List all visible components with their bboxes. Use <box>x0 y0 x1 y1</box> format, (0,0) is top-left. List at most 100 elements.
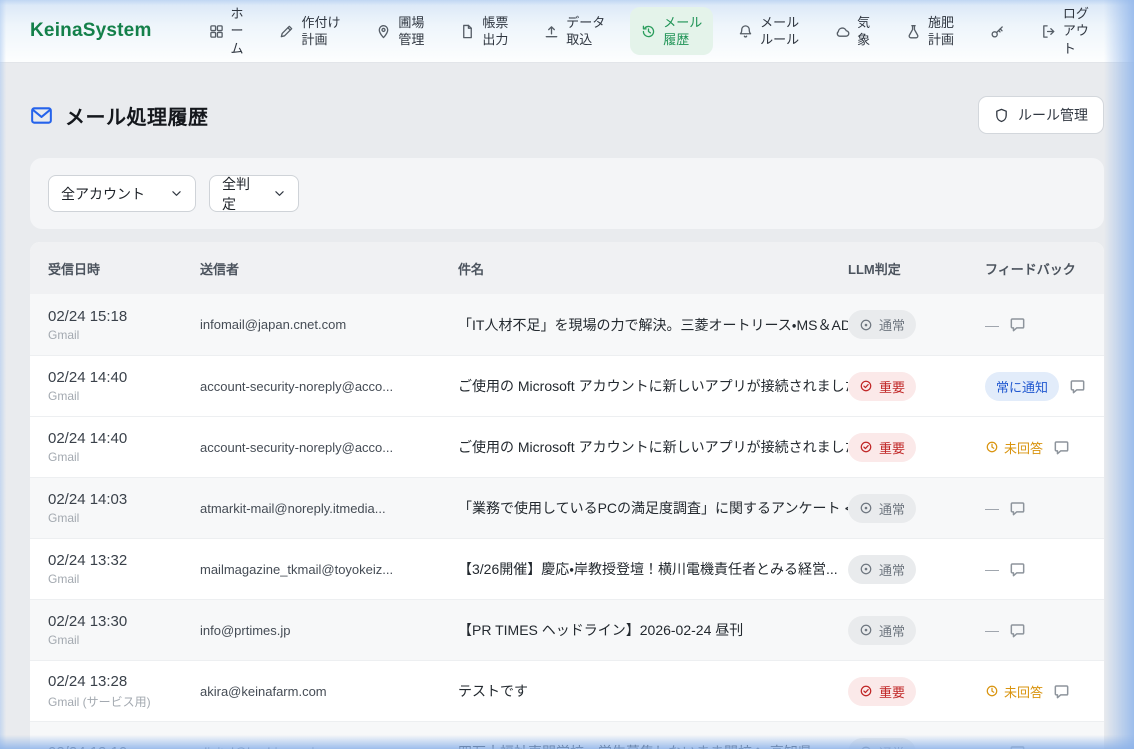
account-label: Gmail <box>48 572 200 586</box>
cell-feedback: — <box>985 316 1104 333</box>
cell-sender: mailmagazine_tkmail@toyokeiz... <box>200 562 458 577</box>
table-row[interactable]: 02/24 13:28 Gmail (サービス用)akira@keinafarm.… <box>30 660 1104 721</box>
feedback-pending-label: 未回答 <box>1004 438 1043 457</box>
table-row[interactable]: 02/24 14:03Gmailatmarkit-mail@noreply.it… <box>30 477 1104 538</box>
cell-sender: account-security-noreply@acco... <box>200 379 458 394</box>
brand-logo[interactable]: KeinaSystem <box>30 20 152 42</box>
cell-llm-judgement: 通常 <box>848 616 985 645</box>
column-header-1: 送信者 <box>200 259 458 278</box>
flask-icon <box>906 24 921 39</box>
circle-dot-icon <box>859 318 873 332</box>
account-label: Gmail <box>48 633 200 647</box>
clock-icon <box>985 440 999 454</box>
comment-icon[interactable] <box>1009 500 1026 517</box>
judgement-label: 重要 <box>879 438 905 457</box>
mail-icon <box>30 104 53 127</box>
feedback-none-dash: — <box>985 744 999 749</box>
nav-item-data-import[interactable]: データ取込 <box>533 7 616 55</box>
cell-received-datetime: 02/24 13:32 Gmail <box>48 552 200 586</box>
received-datetime: 02/24 13:32 <box>48 552 200 569</box>
map-pin-icon <box>376 24 391 39</box>
judgement-label: 通常 <box>879 560 905 579</box>
main-content: メール処理履歴 ルール管理 全アカウント 全判定 受信日時送信者件名LLM判定フ… <box>0 96 1134 749</box>
feedback-pending-label: 未回答 <box>1004 682 1043 701</box>
feedback-pending: 未回答 <box>985 438 1043 457</box>
nav-item-home[interactable]: ホーム <box>198 0 255 64</box>
nav-item-mail-history[interactable]: メール履歴 <box>630 7 713 55</box>
judgement-badge-normal: 通常 <box>848 616 916 645</box>
table-row[interactable]: 02/24 15:18Gmailinfomail@japan.cnet.com「… <box>30 294 1104 355</box>
bell-icon <box>738 24 753 39</box>
nav-item-fertilizer-plan[interactable]: 施肥計画 <box>895 7 965 55</box>
nav-item-report-output[interactable]: 帳票出力 <box>449 7 519 55</box>
clock-icon <box>985 684 999 698</box>
nav-item-weather[interactable]: 気象 <box>824 7 881 55</box>
comment-icon[interactable] <box>1009 316 1026 333</box>
cell-sender: digital@kochinews.jp <box>200 745 458 749</box>
table-row[interactable]: 02/24 12:10digital@kochinews.jp四万十福祉専門学校… <box>30 721 1104 749</box>
nav-item-password[interactable] <box>979 17 1016 46</box>
cell-llm-judgement: 通常 <box>848 310 985 339</box>
cell-sender: atmarkit-mail@noreply.itmedia... <box>200 501 458 516</box>
cell-subject: 【PR TIMES ヘッドライン】2026-02-24 昼刊 <box>458 620 848 640</box>
nav-item-label: データ取込 <box>566 14 605 48</box>
comment-icon[interactable] <box>1009 561 1026 578</box>
cell-subject: 「IT人材不足」を現場の力で解決。三菱オートリース・MS＆AD... <box>458 315 848 335</box>
cell-llm-judgement: 重要 <box>848 433 985 462</box>
table-row[interactable]: 02/24 14:40Gmailaccount-security-noreply… <box>30 355 1104 416</box>
column-header-4: フィードバック <box>985 259 1104 278</box>
document-icon <box>460 24 475 39</box>
cell-feedback: — <box>985 744 1104 749</box>
comment-icon[interactable] <box>1053 683 1070 700</box>
page-title: メール処理履歴 <box>65 101 209 130</box>
rule-management-button[interactable]: ルール管理 <box>978 96 1104 134</box>
account-label: Gmail (サービス用) <box>48 693 200 710</box>
cell-sender: infomail@japan.cnet.com <box>200 317 458 332</box>
circle-check-icon <box>859 440 873 454</box>
feedback-always-badge: 常に通知 <box>985 372 1059 401</box>
cell-feedback: 未回答 <box>985 682 1104 701</box>
judgement-label: 重要 <box>879 682 905 701</box>
judgement-badge-important: 重要 <box>848 677 916 706</box>
rule-management-label: ルール管理 <box>1018 105 1088 125</box>
cell-llm-judgement: 通常 <box>848 494 985 523</box>
comment-icon[interactable] <box>1009 622 1026 639</box>
judgement-filter-select[interactable]: 全判定 <box>209 175 299 212</box>
cell-subject: ご使用の Microsoft アカウントに新しいアプリが接続されました <box>458 376 848 396</box>
received-datetime: 02/24 13:30 <box>48 613 200 630</box>
table-row[interactable]: 02/24 13:32 Gmailmailmagazine_tkmail@toyo… <box>30 538 1104 599</box>
comment-icon[interactable] <box>1069 378 1086 395</box>
table-row[interactable]: 02/24 14:40Gmailaccount-security-noreply… <box>30 416 1104 477</box>
grid-icon <box>209 24 224 39</box>
received-datetime: 02/24 13:28 <box>48 673 200 690</box>
circle-check-icon <box>859 379 873 393</box>
cell-subject: テストです <box>458 681 848 701</box>
nav-item-label: ログアウト <box>1063 5 1089 56</box>
page-header: メール処理履歴 ルール管理 <box>30 96 1104 134</box>
comment-icon[interactable] <box>1053 439 1070 456</box>
nav-item-label: メールルール <box>760 14 799 48</box>
column-header-2: 件名 <box>458 259 848 278</box>
cell-subject: 【3/26開催】慶応・岸教授登壇！横川電機責任者とみる経営... <box>458 559 848 579</box>
nav-item-field-management[interactable]: 圃場管理 <box>365 7 435 55</box>
nav-item-mail-rules[interactable]: メールルール <box>727 7 810 55</box>
judgement-badge-normal: 通常 <box>848 555 916 584</box>
nav-item-label: 気象 <box>857 14 870 48</box>
feedback-none-dash: — <box>985 622 999 638</box>
table-header-row: 受信日時送信者件名LLM判定フィードバック <box>30 242 1104 294</box>
comment-icon[interactable] <box>1009 744 1026 749</box>
top-nav: KeinaSystem ホーム作付け計画圃場管理 帳票出力 データ取込メール履歴 メー… <box>0 0 1134 63</box>
table-row[interactable]: 02/24 13:30Gmailinfo@prtimes.jp【PR TIMES… <box>30 599 1104 660</box>
nav-item-logout[interactable]: ログアウト <box>1030 0 1100 64</box>
table-body: 02/24 15:18Gmailinfomail@japan.cnet.com「… <box>30 294 1104 749</box>
cell-subject: 四万十福祉専門学校、学生募集しないまま閉校へ 高知県... <box>458 742 848 749</box>
cell-feedback: 未回答 <box>985 438 1104 457</box>
cell-received-datetime: 02/24 13:30 Gmail <box>48 613 200 647</box>
nav-item-planting-plan[interactable]: 作付け計画 <box>268 7 351 55</box>
judgement-label: 通常 <box>879 743 905 749</box>
column-header-0: 受信日時 <box>48 259 200 278</box>
nav-item-label: 帳票出力 <box>482 14 508 48</box>
account-filter-select[interactable]: 全アカウント <box>48 175 196 212</box>
cell-sender: akira@keinafarm.com <box>200 684 458 699</box>
judgement-badge-important: 重要 <box>848 433 916 462</box>
